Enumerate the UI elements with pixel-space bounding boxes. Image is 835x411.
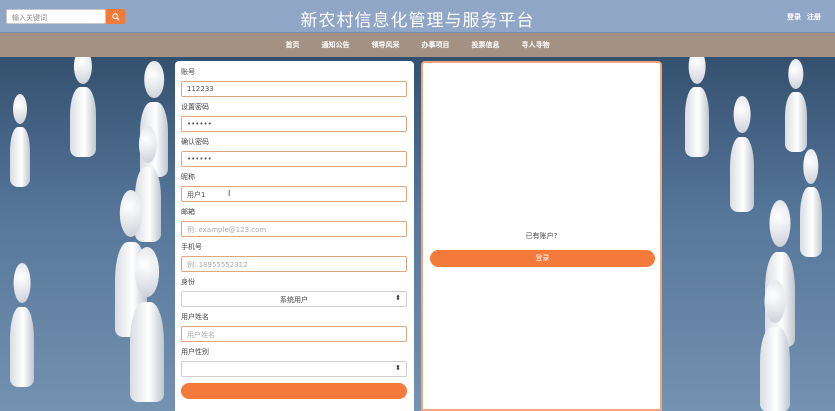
register-submit-button[interactable] [181, 383, 407, 399]
username-field-group: 用户姓名 用户姓名 [181, 312, 408, 342]
email-input[interactable]: 例: example@123.com [181, 221, 407, 237]
identity-label: 身份 [181, 278, 195, 286]
nav-item-votes[interactable]: 投票信息 [472, 40, 500, 50]
page-title: 新农村信息化管理与服务平台 [300, 11, 535, 31]
account-field-group: 账号 112233 [181, 67, 408, 97]
background-figure [760, 327, 790, 411]
select-arrows-icon: ⬍ [395, 294, 401, 302]
has-account-text: 已有账户? [525, 232, 558, 240]
main-nav: 首页 通知公告 领导风采 办事项目 投票信息 寻人寻物 [0, 33, 835, 57]
confirm-password-field-group: 确认密码 •••••• [181, 137, 408, 167]
background-figure [785, 92, 807, 152]
password-input[interactable]: •••••• [181, 116, 407, 132]
confirm-password-input[interactable]: •••••• [181, 151, 407, 167]
confirm-password-label: 确认密码 [181, 138, 209, 146]
login-prompt-panel: 已有账户? 登录 [421, 61, 662, 411]
email-field-group: 邮箱 例: example@123.com [181, 207, 408, 237]
identity-value: 系统用户 [280, 296, 308, 304]
phone-input[interactable]: 例: 18955552312 [181, 256, 407, 272]
background-figure [70, 87, 96, 157]
nav-item-leaders[interactable]: 领导风采 [372, 40, 400, 50]
background-figure [10, 127, 30, 187]
nickname-value: 用户1 [187, 191, 206, 199]
login-button[interactable]: 登录 [430, 250, 655, 267]
password-field-group: 设置密码 •••••• [181, 102, 408, 132]
phone-field-group: 手机号 例: 18955552312 [181, 242, 408, 272]
nickname-label: 昵称 [181, 173, 195, 181]
phone-label: 手机号 [181, 243, 202, 251]
gender-select[interactable]: ⬍ [181, 361, 407, 377]
username-input[interactable]: 用户姓名 [181, 326, 407, 342]
background-figure [685, 87, 709, 157]
identity-field-group: 身份 系统用户 ⬍ [181, 277, 408, 307]
gender-label: 用户性别 [181, 348, 209, 356]
identity-select[interactable]: 系统用户 ⬍ [181, 291, 407, 307]
nav-item-home[interactable]: 首页 [286, 40, 300, 50]
nickname-input[interactable]: 用户1 I [181, 186, 407, 202]
text-cursor-icon: I [228, 189, 231, 198]
email-label: 邮箱 [181, 208, 195, 216]
background-figure [130, 302, 164, 402]
nav-item-notices[interactable]: 通知公告 [322, 40, 350, 50]
login-link[interactable]: 登录 [787, 12, 801, 22]
register-form: 账号 112233 设置密码 •••••• 确认密码 •••••• 昵称 用户1… [175, 61, 414, 411]
nav-item-services[interactable]: 办事项目 [422, 40, 450, 50]
site-header: 输入关键词 新农村信息化管理与服务平台 登录 注册 [0, 0, 835, 33]
password-label: 设置密码 [181, 103, 209, 111]
background-scene [0, 57, 835, 411]
background-figure [800, 187, 822, 257]
account-input[interactable]: 112233 [181, 81, 407, 97]
background-figure [730, 137, 754, 212]
auth-links: 登录 注册 [787, 12, 821, 22]
register-link[interactable]: 注册 [807, 12, 821, 22]
background-figure [10, 307, 34, 387]
account-label: 账号 [181, 68, 195, 76]
select-arrows-icon: ⬍ [395, 364, 401, 372]
nav-item-lost-found[interactable]: 寻人寻物 [522, 40, 550, 50]
username-label: 用户姓名 [181, 313, 209, 321]
nickname-field-group: 昵称 用户1 I [181, 172, 408, 202]
gender-field-group: 用户性别 ⬍ [181, 347, 408, 377]
